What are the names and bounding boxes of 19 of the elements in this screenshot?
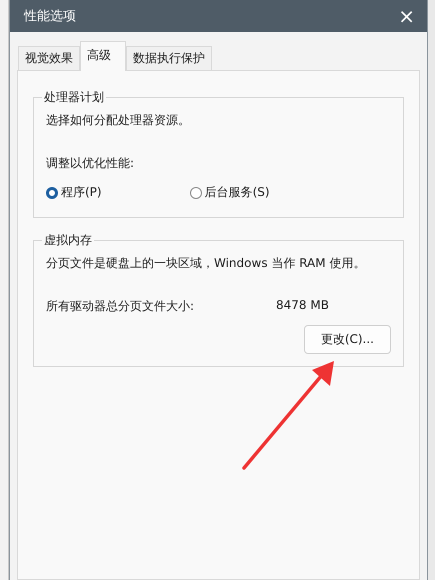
window-title: 性能选项: [24, 8, 76, 25]
tab[interactable]: 数据执行保护: [126, 46, 212, 70]
radio-option[interactable]: 程序(P): [46, 184, 102, 201]
close-button[interactable]: ×: [394, 4, 419, 28]
group-title: 处理器计划: [43, 89, 105, 106]
tab[interactable]: 高级: [80, 41, 126, 71]
radio-label: 程序(P): [61, 184, 102, 201]
prompt-text: 调整以优化性能:: [46, 155, 136, 172]
change-button[interactable]: 更改(C)...: [304, 325, 391, 354]
group-title: 虚拟内存: [43, 232, 93, 249]
radio-label: 后台服务(S): [204, 184, 270, 201]
radio-icon[interactable]: [190, 186, 202, 198]
size-label: 所有驱动器总分页文件大小:: [46, 298, 196, 315]
tab[interactable]: 视觉效果: [18, 46, 80, 70]
description-text: 分页文件是硬盘上的一块区域，Windows 当作 RAM 使用。: [46, 255, 366, 272]
size-value: 8478 MB: [276, 298, 329, 314]
description-text: 选择如何分配处理器资源。: [46, 112, 191, 129]
radio-option[interactable]: 后台服务(S): [190, 184, 270, 201]
radio-icon[interactable]: [46, 186, 58, 198]
